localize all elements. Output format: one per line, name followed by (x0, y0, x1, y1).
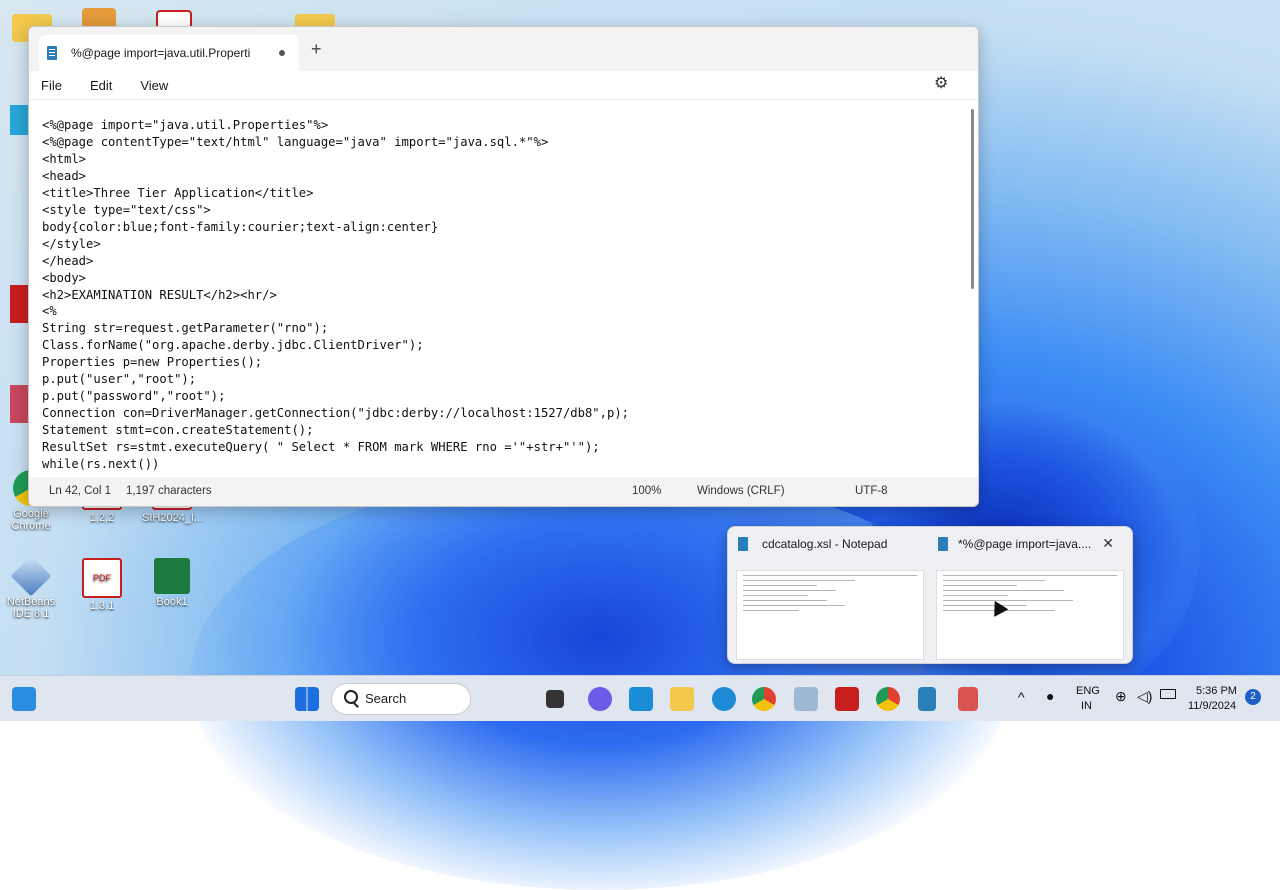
code-line: p.put("user","root"); (42, 372, 197, 387)
desktop-icon-label: SIH2024_I... (142, 512, 204, 524)
desktop-icon-label: Book1 (156, 596, 188, 608)
code-line: <html> (42, 151, 87, 166)
notepad-window[interactable]: %@page import=java.util.Properti + File … (28, 26, 979, 507)
vertical-scrollbar[interactable] (971, 109, 974, 289)
code-line: </head> (42, 253, 94, 268)
battery-icon[interactable] (1160, 689, 1176, 699)
clock-date[interactable]: 11/9/2024 (1188, 700, 1236, 712)
volume-icon[interactable]: ◁) (1137, 688, 1152, 705)
close-preview-button[interactable]: ✕ (1102, 535, 1114, 552)
netbeans-icon (10, 555, 52, 597)
menu-view[interactable]: View (140, 78, 168, 93)
code-line: while(rs.next()) (42, 457, 160, 471)
preview-thumbnail[interactable] (936, 570, 1124, 660)
desktop-icon-pdf-131[interactable]: PDF 1.3.1 (72, 558, 132, 612)
menu-file[interactable]: File (41, 78, 62, 93)
code-line: ResultSet rs=stmt.executeQuery( " Select… (42, 440, 600, 455)
desktop-icon-label: NetBeans IDE 8.1 (6, 596, 56, 620)
store-icon[interactable] (629, 687, 653, 711)
app-icon[interactable] (10, 385, 28, 423)
status-cursor-position: Ln 42, Col 1 (49, 485, 112, 497)
code-line: Class.forName("org.apache.derby.jdbc.Cli… (42, 338, 424, 353)
language-indicator[interactable]: ENG (1076, 685, 1100, 697)
clock-time[interactable]: 5:36 PM (1196, 685, 1237, 697)
code-line: <%@page import="java.util.Properties"%> (42, 118, 329, 132)
code-line: Statement stmt=con.createStatement(); (42, 423, 314, 438)
unsaved-dot-icon[interactable] (279, 50, 285, 56)
code-line: String str=request.getParameter("rno"); (42, 321, 329, 336)
app-icon[interactable] (10, 105, 28, 135)
notepad-icon (47, 46, 57, 60)
status-bar: Ln 42, Col 1 1,197 characters 100% Windo… (29, 477, 978, 506)
notepad-icon (738, 537, 748, 551)
code-line: body{color:blue;font-family:courier;text… (42, 219, 439, 234)
desktop-icon-label: Google Chrome (11, 508, 51, 532)
language-region: IN (1081, 700, 1092, 712)
acrobat-icon[interactable] (10, 285, 28, 323)
new-tab-button[interactable]: + (311, 39, 322, 60)
code-line: p.put("password","root"); (42, 389, 226, 404)
code-line: Properties p=new Properties(); (42, 355, 263, 370)
tab-bar: %@page import=java.util.Properti + (29, 27, 978, 71)
widgets-icon[interactable] (12, 687, 36, 711)
code-line: <%@page contentType="text/html" language… (42, 134, 549, 149)
editor-content[interactable]: <%@page import="java.util.Properties"%> <… (29, 113, 964, 471)
pdf-icon: PDF (82, 558, 122, 598)
code-line: <body> (42, 270, 87, 285)
preview-title: *%@page import=java.... (958, 537, 1092, 551)
desktop-icon-label: 1,2,2 (89, 512, 115, 524)
code-line: Connection con=DriverManager.getConnecti… (42, 406, 629, 421)
desktop-icon-label: 1.3.1 (89, 600, 115, 612)
search-box[interactable]: Search (331, 683, 471, 715)
start-button-icon[interactable] (295, 687, 319, 711)
status-zoom: 100% (632, 485, 662, 497)
taskbar-preview: cdcatalog.xsl - Notepad *%@page import=j… (727, 526, 1133, 664)
tab-document[interactable]: %@page import=java.util.Properti (39, 35, 299, 71)
preview-item-current[interactable]: *%@page import=java.... ✕ (928, 527, 1124, 663)
netbeans-icon[interactable] (794, 687, 818, 711)
search-label: Search (365, 691, 407, 706)
snipping-tool-icon[interactable] (958, 687, 978, 711)
status-line-ending: Windows (CRLF) (697, 485, 785, 497)
text-editor[interactable]: <%@page import="java.util.Properties"%> <… (29, 113, 964, 471)
status-encoding: UTF-8 (855, 485, 888, 497)
settings-gear-icon[interactable]: ⚙ (934, 76, 950, 92)
taskbar: Search ^ ● ENG IN ⊕ ◁) 5:36 PM 11/9/2024… (0, 675, 1280, 721)
desktop-icon-netbeans[interactable]: NetBeans IDE 8.1 (1, 555, 61, 620)
chrome-icon[interactable] (752, 687, 776, 711)
code-line: <% (42, 304, 57, 319)
chevron-up-icon[interactable]: ^ (1018, 689, 1025, 705)
code-line: <head> (42, 168, 87, 183)
search-icon (344, 690, 358, 704)
notification-badge[interactable]: 2 (1245, 689, 1261, 705)
tab-title: %@page import=java.util.Properti (71, 46, 251, 60)
acrobat-icon[interactable] (835, 687, 859, 711)
excel-icon (154, 558, 190, 594)
file-explorer-icon[interactable] (670, 687, 694, 711)
code-line: </style> (42, 236, 101, 251)
chat-icon[interactable] (588, 687, 612, 711)
preview-title: cdcatalog.xsl - Notepad (762, 537, 888, 551)
desktop-icon-book1[interactable]: Book1 (142, 558, 202, 608)
code-line: <style type="text/css"> (42, 202, 211, 217)
recycle-bin-icon[interactable] (12, 190, 28, 230)
notepad-icon[interactable] (918, 687, 936, 711)
chrome-profile-icon[interactable] (876, 687, 900, 711)
microphone-icon[interactable]: ● (1046, 688, 1054, 704)
code-line: <h2>EXAMINATION RESULT</h2><hr/> (42, 287, 277, 302)
status-char-count: 1,197 characters (126, 485, 212, 497)
preview-thumbnail[interactable] (736, 570, 924, 660)
notepad-icon (938, 537, 948, 551)
preview-item-cdcatalog[interactable]: cdcatalog.xsl - Notepad (728, 527, 924, 663)
menu-edit[interactable]: Edit (90, 78, 112, 93)
edge-icon[interactable] (712, 687, 736, 711)
network-icon[interactable]: ⊕ (1115, 688, 1127, 705)
code-line: <title>Three Tier Application</title> (42, 185, 314, 200)
menu-bar: File Edit View ⚙ (29, 71, 978, 100)
task-view-icon[interactable] (546, 690, 564, 708)
